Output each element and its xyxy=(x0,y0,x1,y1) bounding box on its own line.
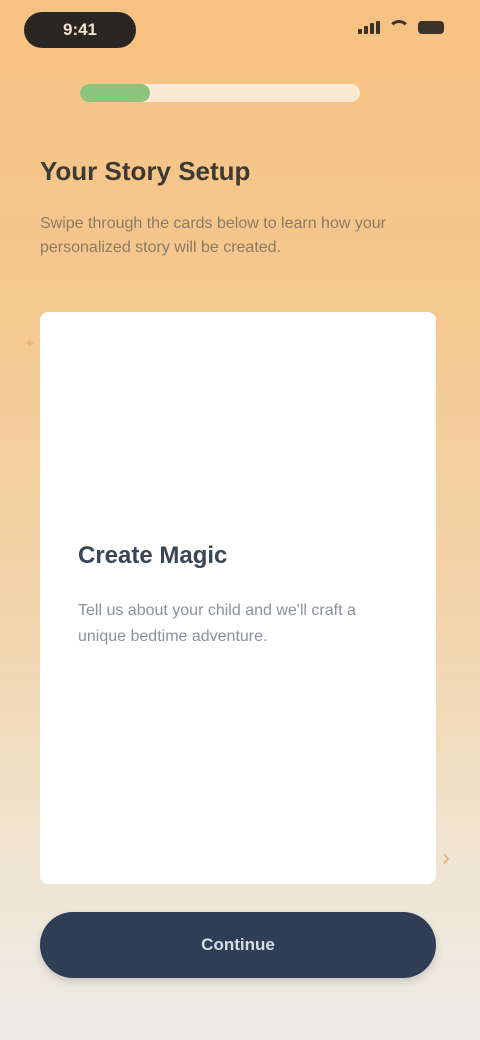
sparkle-icon: ✦ xyxy=(24,335,36,351)
status-time: 9:41 xyxy=(24,12,136,48)
continue-button[interactable]: Continue xyxy=(40,912,436,978)
card-heading: Create Magic xyxy=(78,542,228,569)
status-bar: 9:41 xyxy=(0,0,480,64)
status-icons xyxy=(358,20,444,35)
info-card[interactable]: Create Magic Tell us about your child an… xyxy=(40,312,436,884)
wifi-icon xyxy=(388,20,410,35)
battery-icon xyxy=(418,21,444,34)
page-subtitle: Swipe through the cards below to learn h… xyxy=(40,215,386,256)
onboarding-progress-bar xyxy=(80,84,360,102)
chevron-right-icon[interactable]: › xyxy=(432,844,460,872)
signal-icon xyxy=(358,21,380,34)
card-body: Tell us about your child and we'll craft… xyxy=(78,602,356,645)
onboarding-progress-fill xyxy=(80,84,150,102)
page-title: Your Story Setup xyxy=(40,156,251,186)
